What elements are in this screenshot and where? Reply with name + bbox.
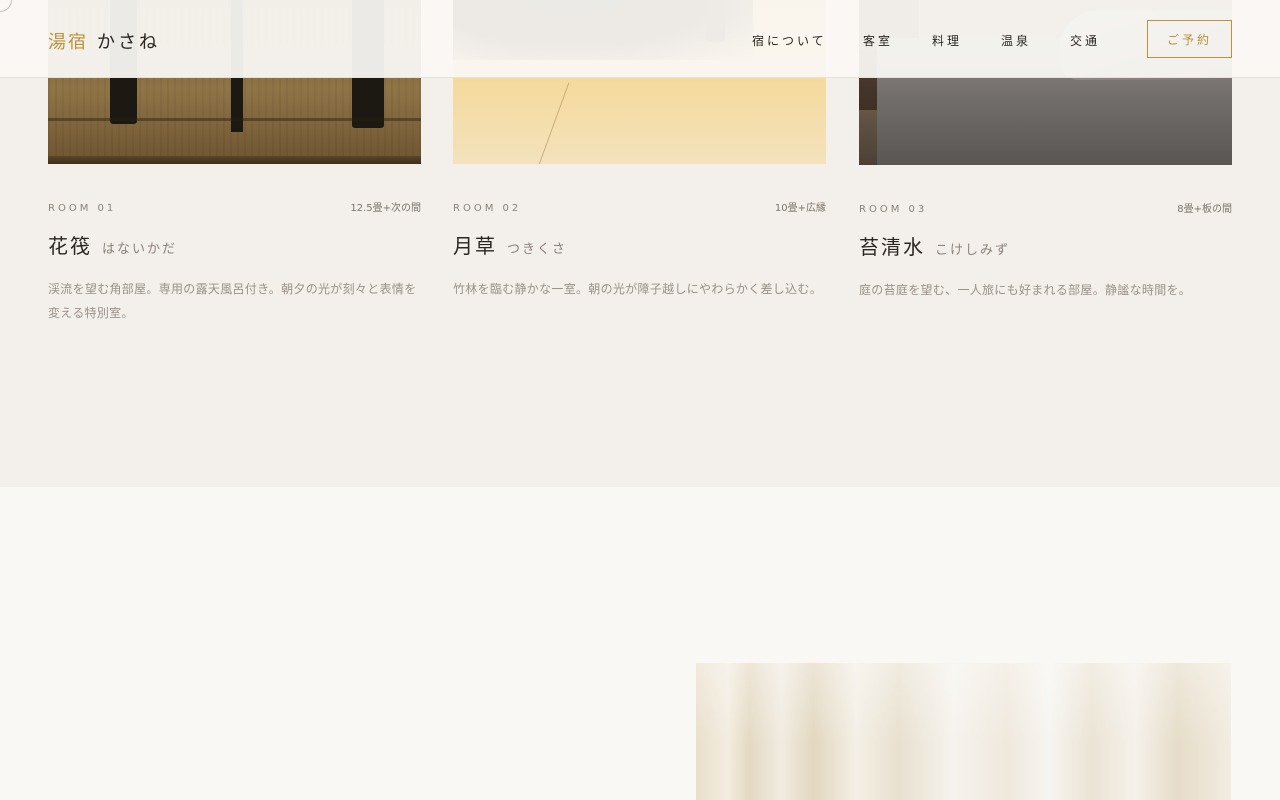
room-name-reading: こけしみず [935,243,1011,258]
curtain-window-photo [696,663,1231,800]
room-size: 8畳+板の間 [1177,204,1232,215]
tatami-seam [537,82,570,164]
nav-item-about[interactable]: 宿について [752,32,827,49]
room-number: ROOM 03 [859,204,928,215]
room-number: ROOM 02 [453,203,522,214]
room-meta: ROOM 03 8畳+板の間 [859,200,1232,215]
nav-item-onsen[interactable]: 温泉 [1001,32,1031,49]
room-description: 竹林を臨む静かな一室。朝の光が障子越しにやわらかく差し込む。 [453,282,823,296]
room-description: 庭の苔庭を望む、一人旅にも好まれる部屋。静謐な時間を。 [859,283,1192,297]
room-meta: ROOM 01 12.5畳+次の間 [48,199,421,214]
room-name-kanji: 月草 [453,234,497,258]
room-name-reading: つきくさ [507,242,568,257]
nav-item-cuisine[interactable]: 料理 [932,32,962,49]
room-name-kanji: 苔清水 [859,235,925,259]
room-name: 月草 つきくさ [453,230,826,259]
reserve-button[interactable]: ご予約 [1147,20,1232,58]
room-name: 苔清水 こけしみず [859,231,1232,260]
main-nav: 宿について 客室 料理 温泉 交通 [0,32,1280,48]
nav-item-access[interactable]: 交通 [1070,32,1100,49]
room-meta: ROOM 02 10畳+広縁 [453,199,826,214]
room-size: 12.5畳+次の間 [350,203,421,214]
room-description: 渓流を望む角部屋。専用の露天風呂付き。朝夕の光が刻々と表情を変える特別室。 [48,282,417,320]
room-name: 花筏 はないかだ [48,230,421,259]
room-name-kanji: 花筏 [48,234,92,258]
tatami-edge [48,156,421,164]
site-header: 湯宿 かさね 宿について 客室 料理 温泉 交通 ご予約 [0,0,1280,78]
room-number: ROOM 01 [48,203,117,214]
room-size: 10畳+広縁 [774,203,826,214]
room-name-reading: はないかだ [102,242,178,257]
tatami-border [48,118,421,121]
nav-item-rooms[interactable]: 客室 [863,32,893,49]
